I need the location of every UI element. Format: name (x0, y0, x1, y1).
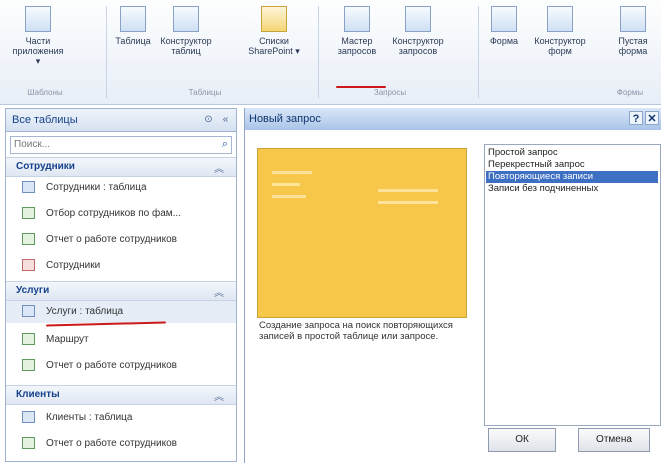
table-design-icon (173, 6, 199, 32)
nav-item[interactable]: Отчет о работе сотрудников (6, 433, 236, 455)
query-wizard-icon (344, 6, 370, 32)
table-design-button[interactable]: Конструктор таблиц (158, 6, 214, 56)
nav-item[interactable]: Отбор сотрудников по фам... (6, 203, 236, 225)
app-parts-icon (25, 6, 51, 32)
nav-item[interactable]: Услуги : таблица (6, 301, 236, 323)
table-icon (22, 411, 35, 423)
query-design-button[interactable]: Конструктор запросов (388, 6, 448, 56)
nav-item[interactable]: Сотрудники : таблица (6, 177, 236, 199)
blank-form-icon (620, 6, 646, 32)
nav-group-title: Услуги (16, 285, 50, 296)
nav-item[interactable]: Сотрудники (6, 255, 236, 277)
wizard-option[interactable]: Простой запрос (486, 147, 658, 159)
wizard-list[interactable]: Простой запрос Перекрестный запрос Повто… (484, 144, 661, 426)
preview-image (257, 148, 467, 318)
red-underline-annotation (336, 86, 386, 88)
query-icon (22, 207, 35, 219)
wizard-option[interactable]: Перекрестный запрос (486, 159, 658, 171)
nav-item[interactable]: Клиенты : таблица (6, 407, 236, 429)
table-icon (120, 6, 146, 32)
collapse-icon[interactable]: ︽ (214, 388, 224, 403)
search-icon[interactable]: ⌕ (222, 138, 228, 151)
nav-item[interactable]: Отчет о работе сотрудников (6, 229, 236, 251)
new-query-dialog: Новый запрос ? ✕ Создание запроса на пои… (244, 108, 661, 463)
blank-form-button[interactable]: Пустая форма (608, 6, 658, 56)
group-label-templates: Шаблоны (27, 88, 63, 97)
sharepoint-lists-button[interactable]: Списки SharePoint ▾ (243, 6, 305, 56)
nav-pane-header[interactable]: Все таблицы ⊙ « (6, 109, 236, 132)
table-icon (22, 181, 35, 193)
query-icon (22, 233, 35, 245)
nav-item[interactable]: Отчет о работе сотрудников (6, 355, 236, 377)
search-input[interactable]: Поиск... ⌕ (10, 136, 232, 154)
query-icon (22, 333, 35, 345)
help-button[interactable]: ? (629, 111, 643, 125)
collapse-icon[interactable]: ︽ (214, 160, 224, 175)
query-design-icon (405, 6, 431, 32)
table-button[interactable]: Таблица (112, 6, 154, 46)
nav-pane-title[interactable]: Все таблицы (12, 114, 78, 126)
group-label-tables: Таблицы (188, 88, 222, 97)
nav-group-services[interactable]: Услуги ︽ (6, 281, 236, 301)
navigation-pane: Все таблицы ⊙ « Поиск... ⌕ Сотрудники ︽ … (5, 108, 237, 462)
form-icon (22, 259, 35, 271)
collapse-icon[interactable]: ︽ (214, 284, 224, 299)
nav-group-clients[interactable]: Клиенты ︽ (6, 385, 236, 405)
wizard-option[interactable]: Записи без подчиненных (486, 183, 658, 195)
app-parts-button[interactable]: Части приложения ▾ (10, 6, 66, 66)
ribbon-separator (478, 6, 479, 98)
ribbon-separator (318, 6, 319, 98)
group-label-forms: Формы (616, 88, 644, 97)
nav-group-title: Клиенты (16, 389, 60, 400)
form-button[interactable]: Форма (484, 6, 524, 46)
ok-button[interactable]: ОК (488, 428, 556, 452)
dialog-title-bar[interactable]: Новый запрос ? ✕ (245, 108, 661, 130)
cancel-button[interactable]: Отмена (578, 428, 650, 452)
nav-group-title: Сотрудники (16, 161, 75, 172)
form-icon (491, 6, 517, 32)
dialog-title: Новый запрос (249, 113, 321, 125)
query-icon (22, 437, 35, 449)
search-placeholder: Поиск... (14, 139, 51, 150)
query-wizard-button[interactable]: Мастер запросов (334, 6, 380, 56)
nav-menu-icon[interactable]: ⊙ (202, 113, 215, 126)
sharepoint-list-icon (261, 6, 287, 32)
table-icon (22, 305, 35, 317)
ribbon-separator (106, 6, 107, 98)
group-label-queries: Запросы (373, 88, 407, 97)
form-design-icon (547, 6, 573, 32)
nav-group-employees[interactable]: Сотрудники ︽ (6, 157, 236, 177)
close-button[interactable]: ✕ (645, 111, 659, 125)
form-design-button[interactable]: Конструктор форм (530, 6, 590, 56)
shutter-bar-close-icon[interactable]: « (219, 113, 232, 126)
wizard-option-selected[interactable]: Повторяющиеся записи (486, 171, 658, 183)
query-icon (22, 359, 35, 371)
wizard-description: Создание запроса на поиск повторяющихся … (259, 320, 453, 342)
ribbon: Части приложения ▾ Таблица Конструктор т… (0, 0, 661, 105)
nav-item[interactable]: Маршрут (6, 329, 236, 351)
